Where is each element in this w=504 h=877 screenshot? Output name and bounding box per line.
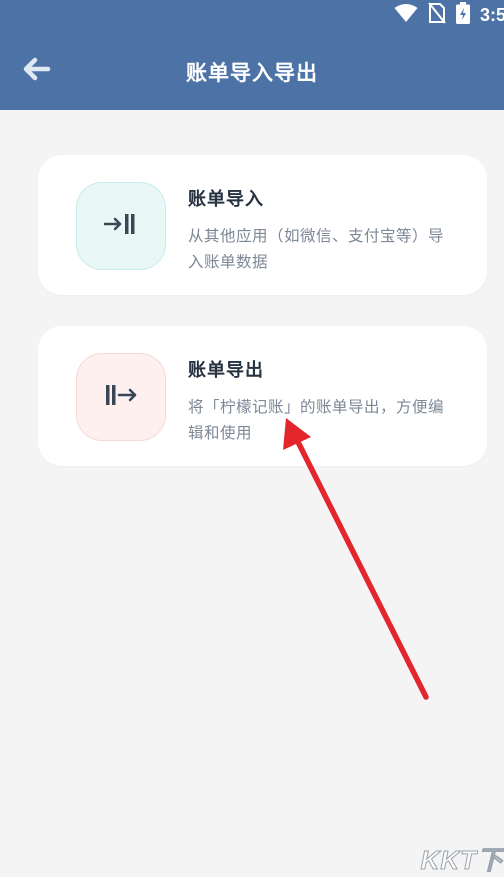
import-card-title: 账单导入 (188, 189, 264, 210)
page-title: 账单导入导出 (186, 61, 318, 85)
screen: 3:5 账单导入导出 账单导入 从其他应用（如微信、支付宝等）导入账单数据 账单… (0, 0, 504, 877)
import-icon-box (76, 182, 166, 270)
wifi-icon (394, 3, 418, 27)
battery-icon (455, 2, 470, 28)
app-bar: 账单导入导出 (0, 30, 504, 110)
export-card-description: 将「柠檬记账」的账单导出，方便编辑和使用 (188, 398, 445, 442)
import-bills-card[interactable]: 账单导入 从其他应用（如微信、支付宝等）导入账单数据 (38, 155, 487, 295)
watermark: KKT下 (420, 845, 504, 876)
no-sim-icon (428, 2, 446, 28)
import-arrow-icon (103, 213, 138, 239)
export-icon-box (76, 353, 166, 441)
status-time: 3:5 (479, 4, 504, 25)
import-card-description: 从其他应用（如微信、支付宝等）导入账单数据 (188, 227, 445, 271)
export-card-title: 账单导出 (188, 360, 264, 381)
export-arrow-icon (104, 384, 138, 410)
status-icons: 3:5 (394, 2, 504, 28)
export-bills-card[interactable]: 账单导出 将「柠檬记账」的账单导出，方便编辑和使用 (38, 326, 487, 466)
status-bar: 3:5 (0, 0, 504, 30)
